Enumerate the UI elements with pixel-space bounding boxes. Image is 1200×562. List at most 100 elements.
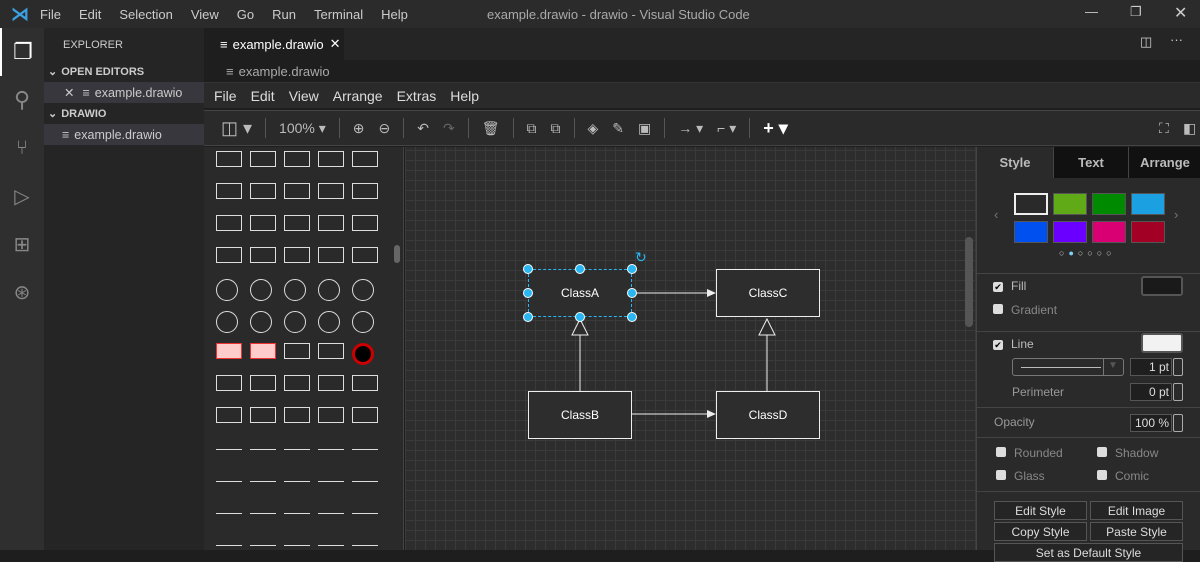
color-swatch[interactable]: [1131, 221, 1165, 243]
library-shape[interactable]: [318, 343, 344, 359]
library-shape[interactable]: [284, 513, 310, 514]
library-shape[interactable]: [284, 311, 306, 333]
library-shape[interactable]: [284, 279, 306, 301]
minimize-button[interactable]: —: [1085, 4, 1098, 19]
library-shape[interactable]: [318, 247, 344, 263]
library-shape[interactable]: [250, 279, 272, 301]
library-shape[interactable]: [250, 481, 276, 482]
line-color-button[interactable]: [1141, 333, 1183, 353]
to-front-icon[interactable]: ⧉: [527, 120, 537, 137]
library-shape[interactable]: [352, 151, 378, 167]
library-scrollbar[interactable]: [394, 245, 400, 263]
library-shape[interactable]: [284, 481, 310, 482]
library-shape[interactable]: [250, 247, 276, 263]
line-checkbox[interactable]: ✔ Line: [993, 337, 1034, 351]
color-swatch[interactable]: [1053, 221, 1087, 243]
library-shape[interactable]: [284, 183, 310, 199]
library-shape[interactable]: [318, 311, 340, 333]
drawio-menu-arrange[interactable]: Arrange: [333, 88, 383, 104]
resize-handle[interactable]: [523, 312, 533, 322]
library-shape[interactable]: [216, 513, 242, 514]
gradient-checkbox[interactable]: Gradient: [993, 303, 1057, 317]
library-shape[interactable]: [318, 513, 344, 514]
menu-edit[interactable]: Edit: [79, 7, 101, 22]
diagram-canvas[interactable]: ClassA ClassC ClassB ClassD ↻: [405, 147, 976, 550]
split-editor-icon[interactable]: ◫: [1140, 34, 1152, 50]
library-shape[interactable]: [216, 407, 242, 423]
library-shape[interactable]: [216, 279, 238, 301]
menu-help[interactable]: Help: [381, 7, 408, 22]
line-color-icon[interactable]: ✎: [612, 120, 624, 137]
drawio-folder-section[interactable]: ⌄ DRAWIO: [44, 103, 204, 124]
copy-style-button[interactable]: Copy Style: [994, 522, 1087, 541]
menu-file[interactable]: File: [40, 7, 61, 22]
class-c-node[interactable]: ClassC: [716, 269, 820, 317]
canvas-scrollbar[interactable]: [965, 237, 973, 327]
fill-color-icon[interactable]: ◈: [588, 120, 599, 137]
extensions-icon[interactable]: ⊞: [0, 220, 44, 268]
menu-view[interactable]: View: [191, 7, 219, 22]
library-shape[interactable]: [318, 375, 344, 391]
drawio-menu-help[interactable]: Help: [450, 88, 479, 104]
library-shape[interactable]: [284, 247, 310, 263]
line-width-stepper[interactable]: [1173, 358, 1183, 376]
search-icon[interactable]: ⚲: [0, 76, 44, 124]
breadcrumb[interactable]: ≡ example.drawio: [226, 64, 330, 79]
library-shape[interactable]: [250, 311, 272, 333]
resize-handle[interactable]: [523, 288, 533, 298]
library-shape[interactable]: [284, 375, 310, 391]
menu-selection[interactable]: Selection: [119, 7, 172, 22]
delete-icon[interactable]: 🗑: [482, 120, 500, 137]
library-shape[interactable]: [250, 513, 276, 514]
library-shape[interactable]: [352, 311, 374, 333]
class-a-node[interactable]: ClassA: [528, 269, 632, 317]
comic-checkbox[interactable]: Comic: [1097, 469, 1149, 483]
library-shape[interactable]: [250, 343, 276, 359]
library-shape[interactable]: [250, 375, 276, 391]
library-shape[interactable]: [216, 215, 242, 231]
library-shape[interactable]: [284, 343, 310, 359]
waypoints-icon[interactable]: ⌐ ▾: [717, 120, 736, 137]
library-shape[interactable]: [216, 247, 242, 263]
library-shape[interactable]: [250, 183, 276, 199]
resize-handle[interactable]: [523, 264, 533, 274]
color-swatch[interactable]: [1014, 193, 1048, 215]
file-item[interactable]: ≡ example.drawio: [44, 124, 204, 145]
drawio-menu-extras[interactable]: Extras: [397, 88, 437, 104]
edit-image-button[interactable]: Edit Image: [1090, 501, 1183, 520]
opacity-input[interactable]: 100 %: [1130, 414, 1172, 432]
library-shape[interactable]: [250, 151, 276, 167]
library-shape[interactable]: [216, 311, 238, 333]
prev-swatches-icon[interactable]: ‹: [994, 207, 998, 222]
library-shape[interactable]: [352, 343, 374, 365]
library-shape[interactable]: [216, 343, 242, 359]
open-editors-section[interactable]: ⌄ OPEN EDITORS: [44, 61, 204, 82]
drawio-menu-view[interactable]: View: [289, 88, 319, 104]
library-shape[interactable]: [352, 183, 378, 199]
undo-icon[interactable]: ↶: [417, 120, 429, 137]
close-window-button[interactable]: ✕: [1174, 3, 1187, 23]
library-shape[interactable]: [352, 407, 378, 423]
close-tab-icon[interactable]: ✕: [330, 36, 341, 52]
fill-color-button[interactable]: [1141, 276, 1183, 296]
zoom-out-icon[interactable]: ⊖: [379, 120, 391, 137]
library-shape[interactable]: [318, 183, 344, 199]
editor-tab[interactable]: ≡ example.drawio ✕: [204, 28, 344, 60]
library-shape[interactable]: [352, 375, 378, 391]
fullscreen-icon[interactable]: ⛶: [1159, 120, 1169, 137]
color-swatch[interactable]: [1053, 193, 1087, 215]
fill-checkbox[interactable]: ✔ Fill: [993, 279, 1026, 293]
edit-style-button[interactable]: Edit Style: [994, 501, 1087, 520]
resize-handle[interactable]: [627, 312, 637, 322]
class-b-node[interactable]: ClassB: [528, 391, 632, 439]
shadow-icon[interactable]: ▣: [638, 120, 651, 137]
line-pattern-select[interactable]: ▼: [1012, 358, 1124, 376]
zoom-dropdown[interactable]: 100% ▾: [279, 120, 326, 137]
to-back-icon[interactable]: ⧉: [551, 120, 561, 137]
swatch-page-dots[interactable]: ○●○○○○: [1059, 248, 1116, 258]
library-shape[interactable]: [352, 513, 378, 514]
drawio-menu-edit[interactable]: Edit: [251, 88, 275, 104]
library-shape[interactable]: [216, 183, 242, 199]
library-shape[interactable]: [216, 545, 242, 546]
opacity-stepper[interactable]: [1173, 414, 1183, 432]
